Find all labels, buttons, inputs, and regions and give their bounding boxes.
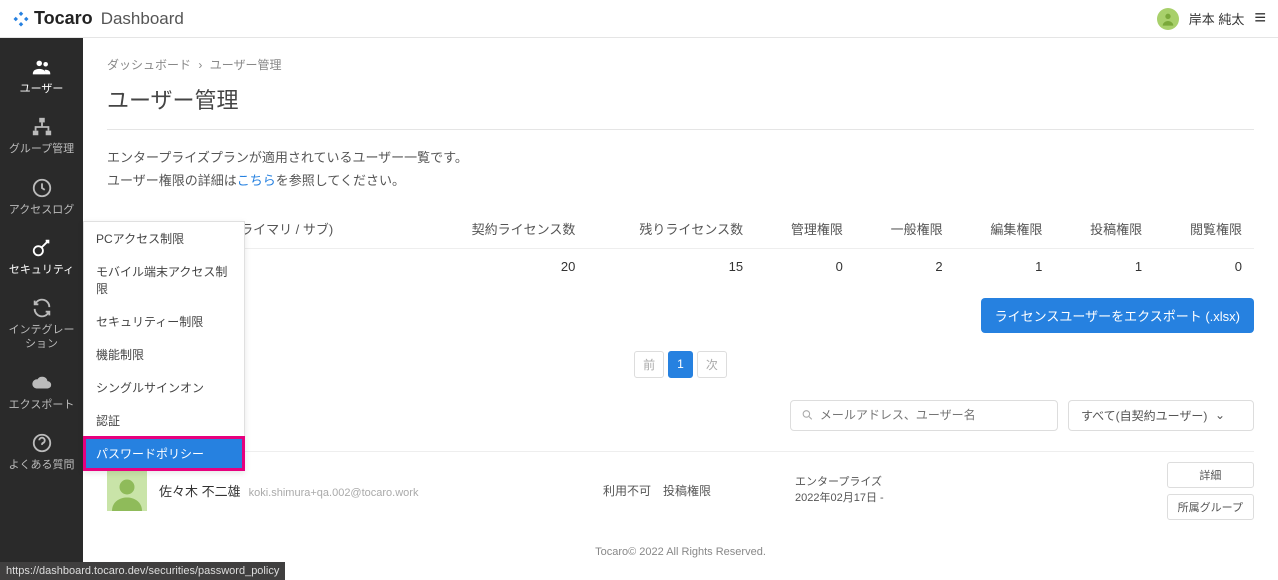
avatar-icon xyxy=(1160,11,1176,27)
desc-line2: ユーザー権限の詳細はこちらを参照してください。 xyxy=(107,169,1254,192)
submenu-security-limit[interactable]: セキュリティー制限 xyxy=(84,305,244,338)
stats-h7: 閲覧権限 xyxy=(1154,209,1254,249)
export-button[interactable]: ライセンスユーザーをエクスポート (.xlsx) xyxy=(981,298,1254,333)
user-info: 佐々木 不二雄 koki.shimura+qa.002@tocaro.work xyxy=(159,481,579,500)
header-right: 岸本 純太 ≡ xyxy=(1157,7,1266,30)
sidebar-item-integration[interactable]: インテグレーション xyxy=(0,287,83,362)
user-email: koki.shimura+qa.002@tocaro.work xyxy=(249,487,419,499)
group-button[interactable]: 所属グループ xyxy=(1167,494,1254,520)
pager-next[interactable]: 次 xyxy=(697,351,727,378)
breadcrumb-sep: › xyxy=(198,58,202,72)
stats-v6: 1 xyxy=(1054,248,1154,284)
sidebar-item-faq[interactable]: よくある質問 xyxy=(0,422,83,482)
stats-h1: 契約ライセンス数 xyxy=(420,209,588,249)
user-row: 佐々木 不二雄 koki.shimura+qa.002@tocaro.work … xyxy=(107,451,1254,530)
pager: 前 1 次 xyxy=(107,351,1254,378)
user-avatar[interactable] xyxy=(107,471,147,511)
pager-prev[interactable]: 前 xyxy=(634,351,664,378)
sidebar-item-accesslog[interactable]: アクセスログ xyxy=(0,167,83,227)
header: Tocaro Dashboard 岸本 純太 ≡ xyxy=(0,0,1278,38)
filter-label: すべて(自契約ユーザー) xyxy=(1081,407,1207,424)
user-status: 利用不可 xyxy=(591,482,651,499)
refresh-icon xyxy=(31,297,53,319)
sidebar-item-groups[interactable]: グループ管理 xyxy=(0,106,83,166)
user-plan: エンタープライズ 2022年02月17日 - xyxy=(795,475,955,506)
desc-link[interactable]: こちら xyxy=(237,173,276,188)
desc-line1: エンタープライズプランが適用されているユーザー一覧です。 xyxy=(107,146,1254,169)
statusbar: https://dashboard.tocaro.dev/securities/… xyxy=(0,562,285,580)
stats-h2: 残りライセンス数 xyxy=(587,209,755,249)
breadcrumb-b: ユーザー管理 xyxy=(210,58,282,72)
clock-icon xyxy=(31,177,53,199)
submenu-mobile-access[interactable]: モバイル端末アクセス制限 xyxy=(84,255,244,305)
stats-h5: 編集権限 xyxy=(955,209,1055,249)
user-name: 佐々木 不二雄 xyxy=(159,481,241,500)
sidebar-item-label: グループ管理 xyxy=(9,142,74,156)
submenu-pc-access[interactable]: PCアクセス制限 xyxy=(84,222,244,255)
breadcrumb: ダッシュボード › ユーザー管理 xyxy=(107,56,1254,73)
key-icon xyxy=(31,237,53,259)
stats-table: 適用ライセンス数(プライマリ / サブ) 契約ライセンス数 残りライセンス数 管… xyxy=(107,209,1254,284)
header-title: Dashboard xyxy=(101,9,184,29)
sidebar-item-label: セキュリティ xyxy=(9,263,74,277)
sidebar-item-label: アクセスログ xyxy=(9,203,74,217)
logo-icon xyxy=(12,10,30,28)
sidebar: ユーザー グループ管理 アクセスログ セキュリティ インテグレーション エクスポ… xyxy=(0,38,83,580)
filter-select[interactable]: すべて(自契約ユーザー) ⌄ xyxy=(1068,400,1254,431)
avatar[interactable] xyxy=(1157,8,1179,30)
submenu-password-policy[interactable]: パスワードポリシー xyxy=(84,437,244,470)
description: エンタープライズプランが適用されているユーザー一覧です。 ユーザー権限の詳細はこ… xyxy=(107,146,1254,193)
stats-h6: 投稿権限 xyxy=(1054,209,1154,249)
users-icon xyxy=(31,56,53,78)
pager-page[interactable]: 1 xyxy=(668,351,693,378)
user-perm: 投稿権限 xyxy=(663,482,783,499)
stats-h4: 一般権限 xyxy=(855,209,955,249)
sidebar-item-export[interactable]: エクスポート xyxy=(0,362,83,422)
stats-v5: 1 xyxy=(955,248,1055,284)
hamburger-icon[interactable]: ≡ xyxy=(1254,7,1266,30)
cloud-icon xyxy=(31,372,53,394)
search-box[interactable] xyxy=(790,400,1058,431)
security-submenu: PCアクセス制限 モバイル端末アクセス制限 セキュリティー制限 機能制限 シング… xyxy=(83,221,245,471)
sidebar-item-users[interactable]: ユーザー xyxy=(0,46,83,106)
username: 岸本 純太 xyxy=(1189,9,1245,28)
sidebar-item-security[interactable]: セキュリティ xyxy=(0,227,83,287)
sidebar-item-label: ユーザー xyxy=(20,82,64,96)
search-input[interactable] xyxy=(820,408,1047,422)
submenu-auth[interactable]: 認証 xyxy=(84,404,244,437)
stats-v2: 15 xyxy=(587,248,755,284)
logo[interactable]: Tocaro xyxy=(12,8,93,29)
sitemap-icon xyxy=(31,116,53,138)
stats-v4: 2 xyxy=(855,248,955,284)
main: ダッシュボード › ユーザー管理 ユーザー管理 エンタープライズプランが適用され… xyxy=(83,38,1278,580)
stats-v7: 0 xyxy=(1154,248,1254,284)
avatar-icon xyxy=(109,475,145,511)
question-icon xyxy=(31,432,53,454)
sidebar-item-label: よくある質問 xyxy=(9,458,75,472)
stats-v3: 0 xyxy=(755,248,855,284)
footer: Tocaro© 2022 All Rights Reserved. xyxy=(83,546,1278,558)
sidebar-item-label: インテグレーション xyxy=(4,323,79,352)
sidebar-item-label: エクスポート xyxy=(9,398,75,412)
stats-v1: 20 xyxy=(420,248,588,284)
submenu-sso[interactable]: シングルサインオン xyxy=(84,371,244,404)
chevron-down-icon: ⌄ xyxy=(1215,408,1225,422)
page-title: ユーザー管理 xyxy=(107,83,1254,115)
header-left: Tocaro Dashboard xyxy=(12,8,184,29)
detail-button[interactable]: 詳細 xyxy=(1167,462,1254,488)
submenu-feature-limit[interactable]: 機能制限 xyxy=(84,338,244,371)
search-icon xyxy=(801,408,814,422)
breadcrumb-a[interactable]: ダッシュボード xyxy=(107,58,191,72)
stats-h3: 管理権限 xyxy=(755,209,855,249)
brand-text: Tocaro xyxy=(34,8,93,29)
